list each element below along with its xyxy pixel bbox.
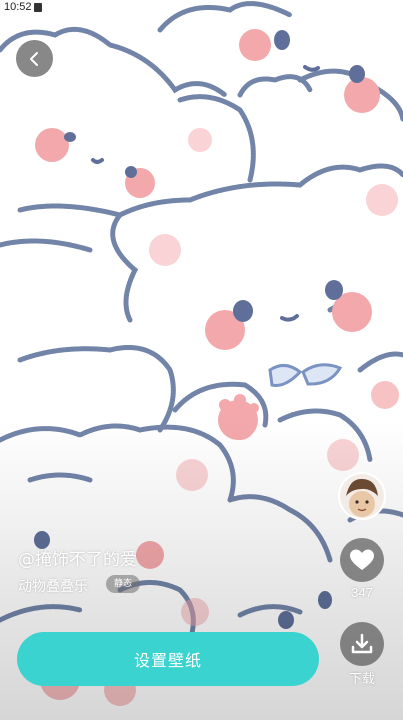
back-button[interactable] xyxy=(16,40,53,77)
author-avatar[interactable] xyxy=(338,472,386,520)
heart-icon xyxy=(350,549,374,570)
like-count: 347 xyxy=(351,585,373,600)
static-badge: 静态 xyxy=(106,575,140,593)
avatar-image xyxy=(340,474,384,518)
author-handle[interactable]: @掩饰不了的爱 xyxy=(18,545,137,570)
album-name[interactable]: 动物叠叠乐 xyxy=(18,576,88,596)
set-wallpaper-button[interactable]: 设置壁纸 xyxy=(17,632,319,686)
download-button[interactable] xyxy=(340,622,384,666)
chevron-left-icon xyxy=(29,51,38,66)
download-label: 下载 xyxy=(348,672,375,687)
notification-icon xyxy=(34,3,42,12)
status-time: 10:52 xyxy=(4,1,32,13)
download-icon xyxy=(351,633,373,654)
status-bar: 10:52 xyxy=(0,0,403,16)
like-button[interactable] xyxy=(340,538,384,582)
